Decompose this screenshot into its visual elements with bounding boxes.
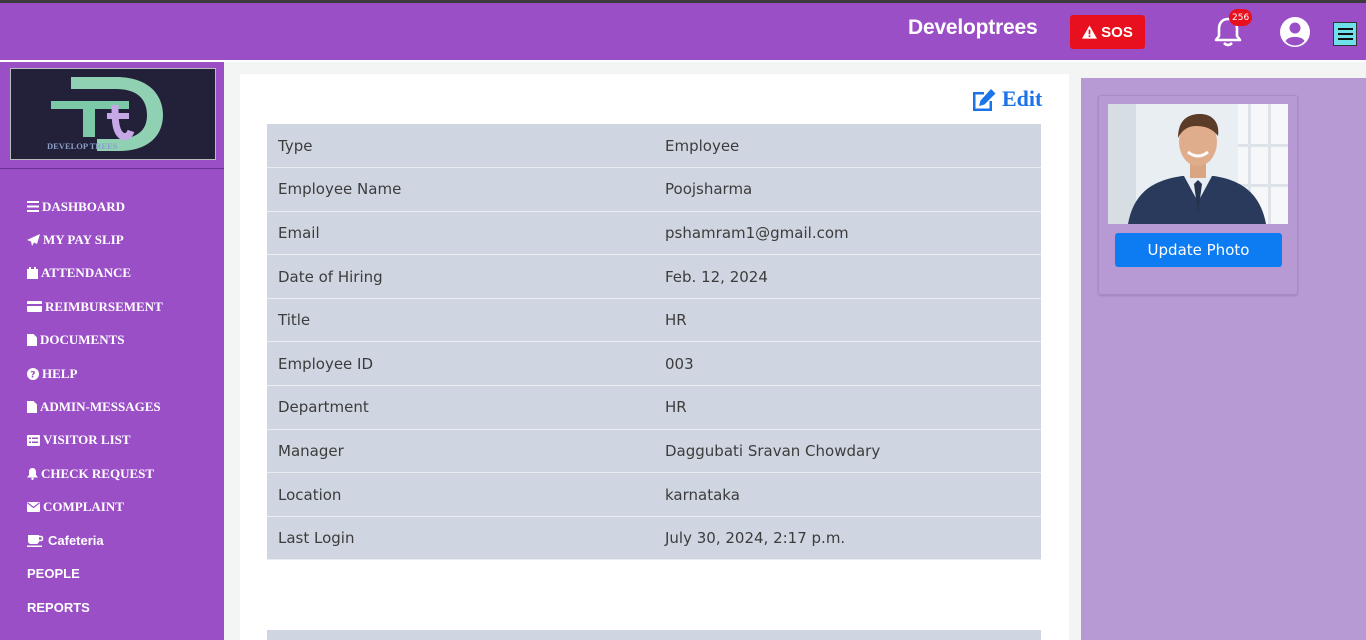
brand-name[interactable]: Developtrees [908, 16, 1038, 40]
credit-card-icon [27, 301, 42, 313]
hamburger-line [1337, 38, 1353, 40]
detail-key: Date of Hiring [267, 254, 654, 299]
calendar-icon [27, 267, 38, 280]
sidebar-item-label: DASHBOARD [42, 198, 126, 214]
sidebar-item-label: DOCUMENTS [40, 332, 125, 348]
sidebar-item-label: CHECK REQUEST [41, 465, 155, 481]
logo-text: DEVELOP TREES [47, 141, 118, 151]
list-icon [27, 434, 40, 446]
edit-profile-button[interactable]: Edit [971, 86, 1042, 112]
detail-value: Employee [654, 124, 1041, 169]
sidebar-divider [0, 168, 224, 169]
bell-icon [27, 467, 38, 480]
edit-label: Edit [1002, 86, 1043, 111]
detail-key: Department [267, 385, 654, 430]
sidebar-nav: DASHBOARD MY PAY SLIP ATTENDANCE REIMBUR… [27, 190, 163, 624]
envelope-icon [27, 502, 40, 513]
sidebar-item-check-request[interactable]: CHECK REQUEST [27, 457, 163, 490]
sidebar-item-label: ATTENDANCE [41, 265, 132, 281]
detail-value: July 30, 2024, 2:17 p.m. [654, 516, 1041, 561]
table-row: Email pshamram1@gmail.com [267, 211, 1041, 256]
developtrees-logo-icon: DEVELOP TREES [47, 77, 163, 151]
sidebar-item-admin-messages[interactable]: ADMIN-MESSAGES [27, 390, 163, 423]
employee-details-table: Type Employee Employee Name Poojsharma Ema… [267, 124, 1041, 561]
sidebar-item-label: VISITOR LIST [43, 432, 131, 448]
sos-button[interactable]: SOS [1070, 15, 1145, 49]
svg-text:?: ? [30, 370, 35, 380]
hamburger-line [1337, 33, 1353, 35]
table-row: Date of Hiring Feb. 12, 2024 [267, 254, 1041, 299]
sidebar: DEVELOP TREES DASHBOARD MY PAY SLIP ATTE… [0, 62, 224, 640]
table-row: Manager Daggubati Sravan Chowdary [267, 429, 1041, 474]
notification-count-badge: 256 [1229, 9, 1253, 26]
table-row: Location karnataka [267, 472, 1041, 517]
sidebar-item-label: PEOPLE [27, 566, 80, 582]
coffee-icon [27, 534, 44, 547]
sidebar-item-visitor-list[interactable]: VISITOR LIST [27, 424, 163, 457]
sidebar-item-label: COMPLAINT [43, 499, 124, 515]
sidebar-item-label: HELP [42, 365, 78, 381]
paper-plane-icon [27, 234, 40, 247]
detail-value: HR [654, 385, 1041, 430]
sos-label: SOS [1101, 23, 1133, 41]
top-navbar: Developtrees SOS 256 [0, 0, 1366, 62]
detail-value: Poojsharma [654, 167, 1041, 212]
table-row: Employee Name Poojsharma [267, 167, 1041, 212]
detail-key: Last Login [267, 516, 654, 561]
bars-icon [27, 201, 39, 213]
detail-value: pshamram1@gmail.com [654, 211, 1041, 256]
detail-key: Manager [267, 429, 654, 474]
sidebar-item-my-pay-slip[interactable]: MY PAY SLIP [27, 223, 163, 256]
detail-value: karnataka [654, 472, 1041, 517]
table-row: Last Login July 30, 2024, 2:17 p.m. [267, 516, 1041, 561]
detail-key: Employee Name [267, 167, 654, 212]
detail-value: Feb. 12, 2024 [654, 254, 1041, 299]
detail-key: Employee ID [267, 341, 654, 387]
detail-value: 003 [654, 341, 1041, 387]
user-profile-icon[interactable] [1279, 16, 1311, 48]
sidebar-item-people[interactable]: PEOPLE [27, 557, 163, 590]
profile-photo-image [1108, 104, 1288, 224]
menu-toggle-button[interactable] [1333, 22, 1357, 46]
detail-value: HR [654, 298, 1041, 343]
sidebar-item-complaint[interactable]: COMPLAINT [27, 491, 163, 524]
detail-key: Title [267, 298, 654, 343]
detail-key: Location [267, 472, 654, 517]
sidebar-item-label: MY PAY SLIP [43, 232, 124, 248]
hamburger-line [1337, 28, 1353, 30]
profile-photo [1108, 104, 1288, 224]
sidebar-item-label: ADMIN-MESSAGES [40, 399, 161, 415]
update-photo-button[interactable]: Update Photo [1115, 233, 1282, 267]
secondary-table [267, 630, 1041, 640]
sidebar-item-label: Cafeteria [48, 533, 104, 549]
sidebar-item-attendance[interactable]: ATTENDANCE [27, 257, 163, 290]
file-icon [27, 401, 37, 414]
table-row: Type Employee [267, 124, 1041, 169]
table-row: Title HR [267, 298, 1041, 343]
company-logo[interactable]: DEVELOP TREES [10, 68, 216, 160]
detail-key: Type [267, 124, 654, 169]
detail-key: Email [267, 211, 654, 256]
sidebar-item-reports[interactable]: REPORTS [27, 591, 163, 624]
sidebar-item-documents[interactable]: DOCUMENTS [27, 324, 163, 357]
warning-icon [1082, 25, 1098, 39]
sidebar-item-dashboard[interactable]: DASHBOARD [27, 190, 163, 223]
table-row: Department HR [267, 385, 1041, 430]
sidebar-item-label: REIMBURSEMENT [45, 298, 163, 314]
edit-icon [973, 88, 996, 111]
question-circle-icon: ? [27, 367, 39, 380]
sidebar-item-cafeteria[interactable]: Cafeteria [27, 524, 163, 557]
sidebar-item-help[interactable]: ? HELP [27, 357, 163, 390]
table-row: Employee ID 003 [267, 341, 1041, 387]
sidebar-item-reimbursement[interactable]: REIMBURSEMENT [27, 290, 163, 323]
file-icon [27, 334, 37, 347]
sidebar-item-label: REPORTS [27, 599, 90, 615]
detail-value: Daggubati Sravan Chowdary [654, 429, 1041, 474]
